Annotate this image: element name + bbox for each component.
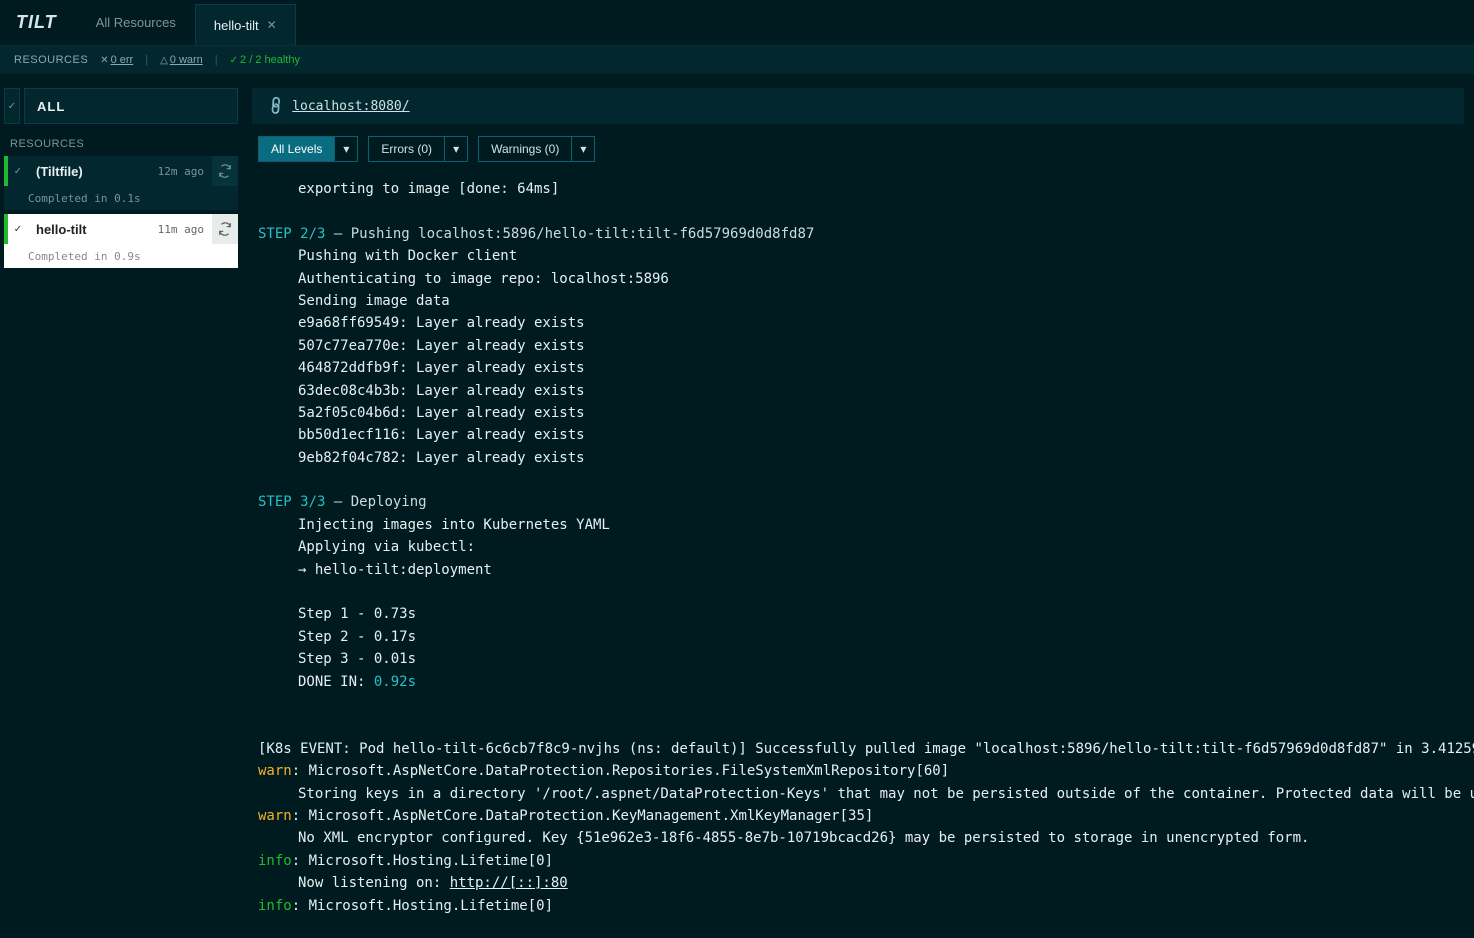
resource-time: 12m ago: [158, 165, 204, 178]
log-line: Step 3 - 0.01s: [258, 648, 1458, 670]
check-icon: ✓: [4, 88, 20, 124]
log-line: warn: Microsoft.AspNetCore.DataProtectio…: [258, 808, 873, 824]
log-line: Injecting images into Kubernetes YAML: [258, 514, 1458, 536]
log-line: 9eb82f04c782: Layer already exists: [258, 447, 1458, 469]
filter-errors[interactable]: Errors (0): [368, 136, 445, 162]
step-label: STEP 2/3: [258, 226, 325, 242]
sidebar: ✓ ALL RESOURCES ✓ (Tiltfile) 12m ago Com…: [0, 74, 242, 938]
resource-status-text: Completed in 0.1s: [4, 186, 238, 210]
link-icon: 🔗: [265, 95, 288, 118]
log-line: DONE IN: 0.92s: [258, 671, 1458, 693]
close-icon[interactable]: ✕: [267, 18, 277, 32]
log-line: info: Microsoft.Hosting.Lifetime[0]: [258, 853, 553, 869]
refresh-icon: [218, 222, 232, 236]
check-icon: ✓: [8, 214, 28, 244]
log-line: 63dec08c4b3b: Layer already exists: [258, 380, 1458, 402]
statusbar: RESOURCES ✕0 err | △0 warn | ✓2 / 2 heal…: [0, 46, 1474, 74]
log-line: Applying via kubectl:: [258, 536, 1458, 558]
log-line: Storing keys in a directory '/root/.aspn…: [258, 783, 1458, 805]
tab-hello-tilt[interactable]: hello-tilt ✕: [195, 4, 296, 45]
status-errors[interactable]: ✕0 err: [100, 54, 133, 66]
log-line: info: Microsoft.Hosting.Lifetime[0]: [258, 898, 553, 914]
filter-all-levels-caret[interactable]: ▾: [335, 136, 358, 162]
log-line: 507c77ea770e: Layer already exists: [258, 335, 1458, 357]
statusbar-resources-label: RESOURCES: [14, 54, 88, 66]
status-warnings[interactable]: △0 warn: [160, 54, 203, 66]
log-line: STEP 2/3 — Pushing localhost:5896/hello-…: [258, 226, 814, 242]
sidebar-item-hello-tilt[interactable]: ✓ hello-tilt 11m ago Completed in 0.9s: [4, 214, 238, 268]
tab-label: All Resources: [96, 15, 176, 30]
separator: |: [145, 54, 148, 66]
log-line: bb50d1ecf116: Layer already exists: [258, 424, 1458, 446]
log-line: Sending image data: [258, 290, 1458, 312]
warn-tag: warn: [258, 763, 292, 779]
filter-all-levels[interactable]: All Levels: [258, 136, 335, 162]
sidebar-all-label: ALL: [24, 88, 238, 124]
log-line: [K8s EVENT: Pod hello-tilt-6c6cb7f8c9-nv…: [258, 741, 1474, 757]
status-healthy[interactable]: ✓2 / 2 healthy: [230, 54, 300, 66]
log-line: Authenticating to image repo: localhost:…: [258, 268, 1458, 290]
listen-url[interactable]: http://[::]:80: [450, 875, 568, 891]
resource-name: hello-tilt: [36, 222, 87, 237]
topbar: TILT All Resources hello-tilt ✕: [0, 0, 1474, 46]
sidebar-section-label: RESOURCES: [10, 138, 232, 150]
log-line: Pushing with Docker client: [258, 245, 1458, 267]
step-label: STEP 3/3: [258, 494, 325, 510]
info-tag: info: [258, 898, 292, 914]
sidebar-all[interactable]: ✓ ALL: [4, 88, 238, 124]
refresh-button[interactable]: [212, 156, 238, 186]
check-icon: ✓: [230, 55, 238, 66]
log-line: → hello-tilt:deployment: [258, 559, 1458, 581]
info-tag: info: [258, 853, 292, 869]
filter-warnings-caret[interactable]: ▾: [572, 136, 595, 162]
warn-tag: warn: [258, 808, 292, 824]
log-line: Step 1 - 0.73s: [258, 603, 1458, 625]
refresh-icon: [218, 164, 232, 178]
log-line: exporting to image [done: 64ms]: [258, 178, 1458, 200]
endpoint-link[interactable]: localhost:8080/: [292, 99, 409, 114]
logo[interactable]: TILT: [0, 0, 77, 45]
filter-bar: All Levels ▾ Errors (0) ▾ Warnings (0) ▾: [242, 124, 1474, 174]
main-panel: 🔗 localhost:8080/ All Levels ▾ Errors (0…: [242, 74, 1474, 938]
resource-time: 11m ago: [158, 223, 204, 236]
x-icon: ✕: [100, 55, 108, 66]
refresh-button[interactable]: [212, 214, 238, 244]
resource-name: (Tiltfile): [36, 164, 83, 179]
log-line: e9a68ff69549: Layer already exists: [258, 312, 1458, 334]
log-line: 464872ddfb9f: Layer already exists: [258, 357, 1458, 379]
resource-status-text: Completed in 0.9s: [4, 244, 238, 268]
filter-errors-caret[interactable]: ▾: [445, 136, 468, 162]
warning-icon: △: [160, 55, 168, 66]
log-pane[interactable]: exporting to image [done: 64ms] STEP 2/3…: [242, 174, 1474, 938]
log-line: STEP 3/3 — Deploying: [258, 494, 427, 510]
endpoint-bar: 🔗 localhost:8080/: [252, 88, 1464, 124]
sidebar-item-tiltfile[interactable]: ✓ (Tiltfile) 12m ago Completed in 0.1s: [4, 156, 238, 210]
log-line: No XML encryptor configured. Key {51e962…: [258, 827, 1458, 849]
log-line: 5a2f05c04b6d: Layer already exists: [258, 402, 1458, 424]
check-icon: ✓: [8, 156, 28, 186]
separator: |: [215, 54, 218, 66]
log-line: Now listening on: http://[::]:80: [258, 872, 1458, 894]
tab-label: hello-tilt: [214, 18, 259, 33]
log-line: warn: Microsoft.AspNetCore.DataProtectio…: [258, 763, 949, 779]
filter-warnings[interactable]: Warnings (0): [478, 136, 572, 162]
tab-all-resources[interactable]: All Resources: [77, 0, 195, 45]
log-line: Step 2 - 0.17s: [258, 626, 1458, 648]
